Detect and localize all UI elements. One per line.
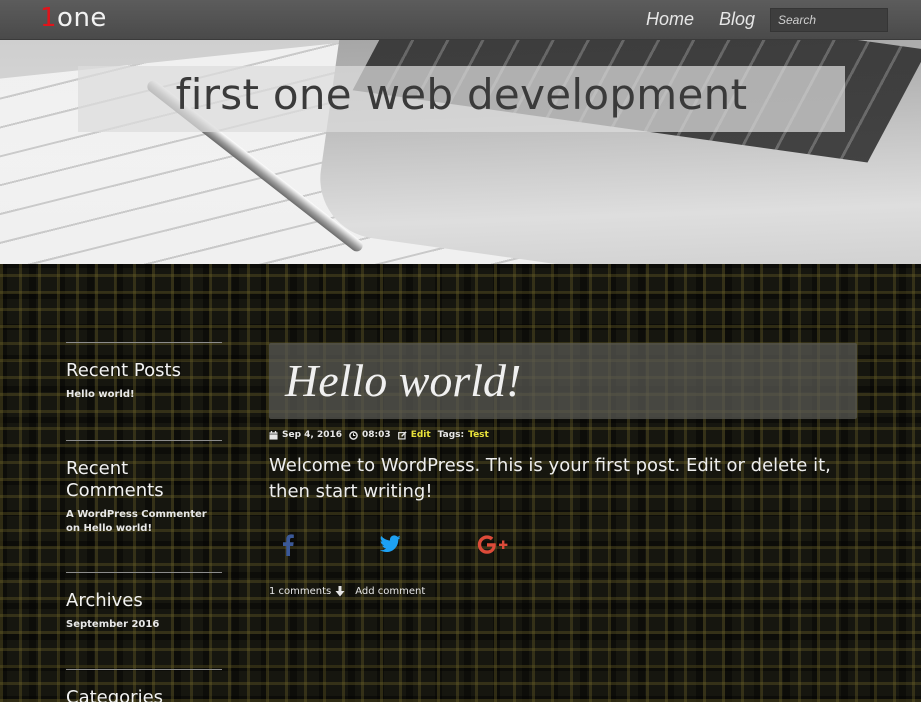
widget-recent-comments: Recent Comments A WordPress Commenter on… — [66, 440, 222, 536]
arrow-down-icon[interactable] — [335, 586, 345, 597]
widget-title: Categories — [66, 687, 164, 702]
recent-post-link[interactable]: Hello world! — [66, 389, 135, 400]
comment-author-link[interactable]: A WordPress Commenter — [66, 509, 207, 520]
tag-link[interactable]: Test — [468, 430, 489, 440]
post-tags: Tags: Test — [438, 430, 489, 440]
post-meta: Sep 4, 2016 08:03 Edit Tags: Test — [269, 430, 496, 440]
comments-count-link[interactable]: 1 comments — [269, 586, 331, 597]
widget-archives: Archives September 2016 — [66, 572, 222, 632]
post-time: 08:03 — [349, 430, 391, 440]
google-plus-share-button[interactable] — [477, 534, 509, 561]
logo-digit: 1 — [40, 3, 58, 33]
widget-categories: Categories — [66, 669, 222, 702]
clock-icon — [349, 430, 358, 440]
widget-title: Recent Posts — [66, 360, 181, 381]
post-comments-bar: 1 comments Add comment — [269, 586, 425, 597]
widget-title: Archives — [66, 590, 143, 611]
post-edit[interactable]: Edit — [397, 430, 431, 440]
nav-home-link[interactable]: Home — [646, 9, 694, 30]
edit-link[interactable]: Edit — [411, 430, 431, 440]
twitter-icon — [379, 535, 401, 553]
google-plus-icon — [477, 535, 508, 554]
widget-title: Recent Comments — [66, 458, 164, 501]
comment-on-text: on — [66, 523, 80, 534]
post-date-text: Sep 4, 2016 — [282, 430, 343, 440]
comment-post-link[interactable]: Hello world! — [83, 523, 152, 534]
edit-icon — [397, 430, 407, 440]
site-title: first one web development — [175, 70, 748, 119]
post-body: Welcome to WordPress. This is your first… — [269, 455, 831, 502]
post-date: Sep 4, 2016 — [269, 430, 342, 440]
add-comment-link[interactable]: Add comment — [355, 586, 425, 597]
widget-recent-posts: Recent Posts Hello world! — [66, 342, 222, 402]
site-logo[interactable]: 1one — [40, 3, 107, 33]
nav-blog-link[interactable]: Blog — [719, 9, 755, 30]
post-time-text: 08:03 — [362, 430, 391, 440]
top-navbar: 1one Home Blog — [0, 0, 921, 40]
logo-text: one — [57, 3, 107, 33]
post-title[interactable]: Hello world! — [285, 354, 521, 407]
facebook-share-button[interactable] — [281, 534, 295, 561]
tags-label: Tags: — [437, 430, 465, 440]
twitter-share-button[interactable] — [379, 534, 401, 559]
search-input[interactable] — [770, 8, 888, 32]
archive-link[interactable]: September 2016 — [66, 619, 159, 630]
calendar-icon — [269, 430, 278, 440]
facebook-icon — [283, 534, 294, 556]
